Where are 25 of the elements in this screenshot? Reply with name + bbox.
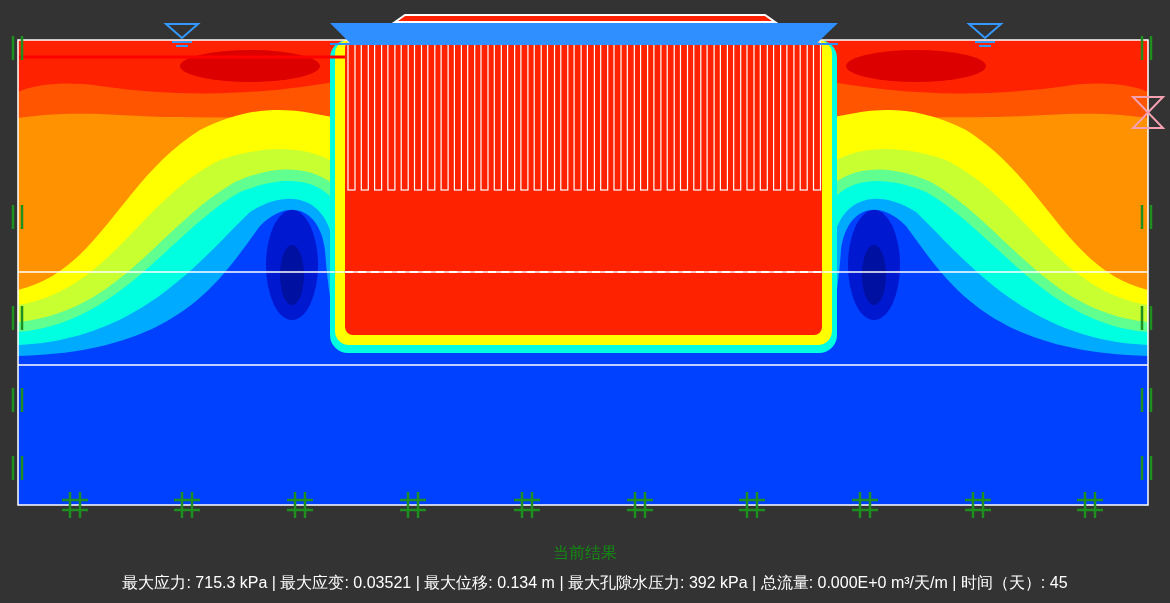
support-icon — [1140, 205, 1153, 229]
support-icon — [11, 456, 24, 480]
hourglass-icon — [1130, 96, 1166, 129]
result-label: 当前结果 — [553, 543, 617, 563]
support-icon — [287, 492, 313, 518]
support-icon — [739, 492, 765, 518]
water-level-icon — [163, 23, 201, 47]
support-icon — [11, 388, 24, 412]
support-icon — [400, 492, 426, 518]
support-icon — [11, 306, 24, 330]
support-icon — [174, 492, 200, 518]
water-level-icon — [966, 23, 1004, 47]
support-icon — [11, 36, 24, 60]
support-icon — [1077, 492, 1103, 518]
support-icon — [1140, 456, 1153, 480]
support-icon — [965, 492, 991, 518]
support-icon — [1140, 388, 1153, 412]
support-icon — [1140, 306, 1153, 330]
status-text: 最大应力: 715.3 kPa | 最大应变: 0.03521 | 最大位移: 0.134 m | 最大孔隙水压力: 392 kPa | 总流量: 0.000E+0 m³/天/m | 时间（天）: 45 — [122, 573, 1068, 593]
support-icon — [1140, 36, 1153, 60]
support-icon — [627, 492, 653, 518]
support-icon — [852, 492, 878, 518]
support-icon — [11, 205, 24, 229]
support-icon — [514, 492, 540, 518]
support-icon — [62, 492, 88, 518]
